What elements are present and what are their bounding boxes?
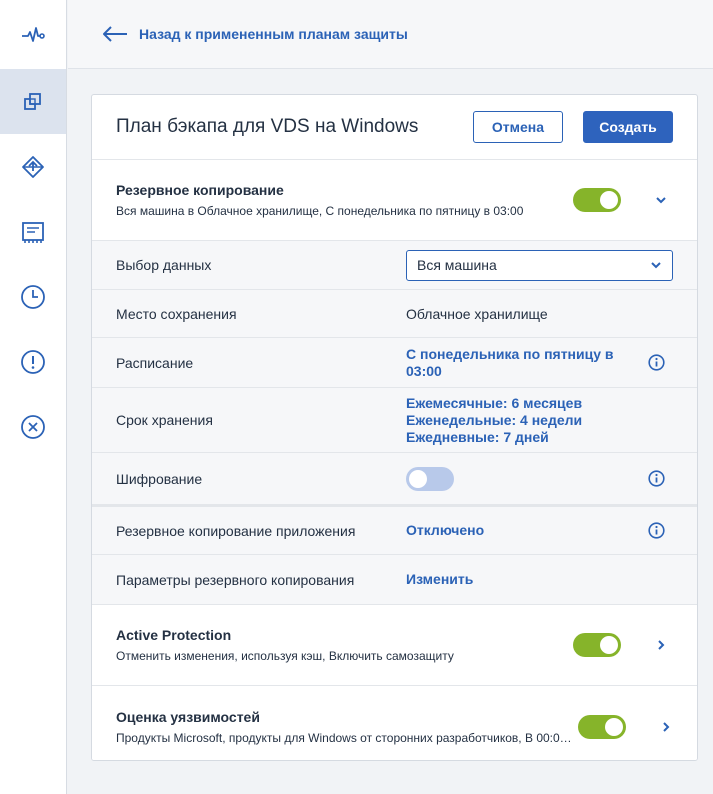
backup-collapse-button[interactable] xyxy=(649,188,673,212)
left-nav-rail xyxy=(0,0,67,794)
active-protection-summary: Отменить изменения, используя кэш, Включ… xyxy=(116,649,454,663)
chevron-down-icon xyxy=(656,197,666,204)
plans-icon xyxy=(24,92,41,110)
vulnerability-summary: Продукты Microsoft, продукты для Windows… xyxy=(116,730,578,745)
destination-label: Место сохранения xyxy=(116,305,237,322)
back-link[interactable]: Назад к примененным планам защиты xyxy=(101,24,408,44)
row-retention: Срок хранения Ежемесячные: 6 месяцев Еже… xyxy=(92,388,697,453)
cancel-icon xyxy=(21,414,45,439)
app-backup-label: Резервное копирование приложения xyxy=(116,522,356,539)
activity-icon xyxy=(22,26,45,42)
alert-icon xyxy=(21,349,45,374)
destination-value: Облачное хранилище xyxy=(406,305,548,322)
row-backup-params: Параметры резервного копирования Изменит… xyxy=(92,555,697,605)
retention-link[interactable]: Ежемесячные: 6 месяцев Еженедельные: 4 н… xyxy=(406,395,697,446)
app-backup-link[interactable]: Отключено xyxy=(406,522,641,539)
schedule-link[interactable]: С понедельника по пятницу в 03:00 xyxy=(406,346,641,380)
rail-item-plans[interactable] xyxy=(0,69,66,134)
plan-header: План бэкапа для VDS на Windows Отмена Со… xyxy=(92,95,697,160)
back-link-label: Назад к примененным планам защиты xyxy=(139,26,408,42)
retention-daily: Ежедневные: 7 дней xyxy=(406,428,549,445)
vulnerability-title: Оценка уязвимостей xyxy=(116,708,260,725)
backup-section: Резервное копирование Вся машина в Облач… xyxy=(92,160,697,241)
rail-item-activity[interactable] xyxy=(0,0,66,69)
backup-section-title: Резервное копирование xyxy=(116,182,284,198)
rail-item-alerts[interactable] xyxy=(0,329,66,394)
create-button[interactable]: Создать xyxy=(583,111,673,143)
row-data-selection: Выбор данных Вся машина xyxy=(92,241,697,290)
retention-monthly: Ежемесячные: 6 месяцев xyxy=(406,394,583,411)
vulnerability-section: Оценка уязвимостей Продукты Microsoft, п… xyxy=(92,686,697,760)
schedule-label: Расписание xyxy=(116,354,194,371)
active-protection-toggle[interactable] xyxy=(573,633,621,657)
top-bar: Назад к примененным планам защиты xyxy=(68,0,713,69)
retention-weekly: Еженедельные: 4 недели xyxy=(406,411,583,428)
backup-settings: Выбор данных Вся машина Место сохранения… xyxy=(92,241,697,605)
backup-params-label: Параметры резервного копирования xyxy=(116,571,355,588)
chevron-down-icon xyxy=(651,262,661,269)
info-icon xyxy=(647,470,665,487)
encryption-info-button[interactable] xyxy=(641,470,671,487)
backup-toggle[interactable] xyxy=(573,188,621,212)
inventory-icon xyxy=(22,221,44,243)
row-encryption: Шифрование xyxy=(92,453,697,507)
rail-item-history[interactable] xyxy=(0,264,66,329)
row-app-backup: Резервное копирование приложения Отключе… xyxy=(92,507,697,555)
cancel-button[interactable]: Отмена xyxy=(473,111,563,143)
plan-title: План бэкапа для VDS на Windows xyxy=(116,116,419,137)
app-backup-info-button[interactable] xyxy=(641,522,671,539)
row-schedule: Расписание С понедельника по пятницу в 0… xyxy=(92,338,697,388)
encryption-label: Шифрование xyxy=(116,470,203,487)
info-icon xyxy=(647,354,665,371)
backup-params-link[interactable]: Изменить xyxy=(406,571,697,588)
schedule-info-button[interactable] xyxy=(641,354,671,371)
backup-section-summary: Вся машина в Облачное хранилище, С понед… xyxy=(116,204,524,218)
chevron-right-icon xyxy=(663,721,670,732)
chevron-right-icon xyxy=(658,640,665,650)
data-selection-value: Вся машина xyxy=(417,257,497,273)
data-selection-select[interactable]: Вся машина xyxy=(406,249,673,281)
deploy-icon xyxy=(22,155,44,178)
active-protection-title: Active Protection xyxy=(116,627,232,643)
row-destination: Место сохранения Облачное хранилище xyxy=(92,290,697,338)
vulnerability-expand-button[interactable] xyxy=(654,715,678,739)
plan-card: План бэкапа для VDS на Windows Отмена Со… xyxy=(91,94,698,761)
active-protection-expand-button[interactable] xyxy=(649,633,673,657)
rail-item-deploy[interactable] xyxy=(0,134,66,199)
info-icon xyxy=(647,522,665,539)
arrow-left-icon xyxy=(103,26,127,42)
data-selection-label: Выбор данных xyxy=(116,257,212,273)
vulnerability-toggle[interactable] xyxy=(578,714,626,739)
clock-icon xyxy=(21,284,45,309)
encryption-toggle[interactable] xyxy=(406,466,454,491)
active-protection-section: Active Protection Отменить изменения, ис… xyxy=(92,605,697,686)
rail-item-inventory[interactable] xyxy=(0,199,66,264)
rail-item-cancel[interactable] xyxy=(0,394,66,459)
retention-label: Срок хранения xyxy=(116,412,213,428)
